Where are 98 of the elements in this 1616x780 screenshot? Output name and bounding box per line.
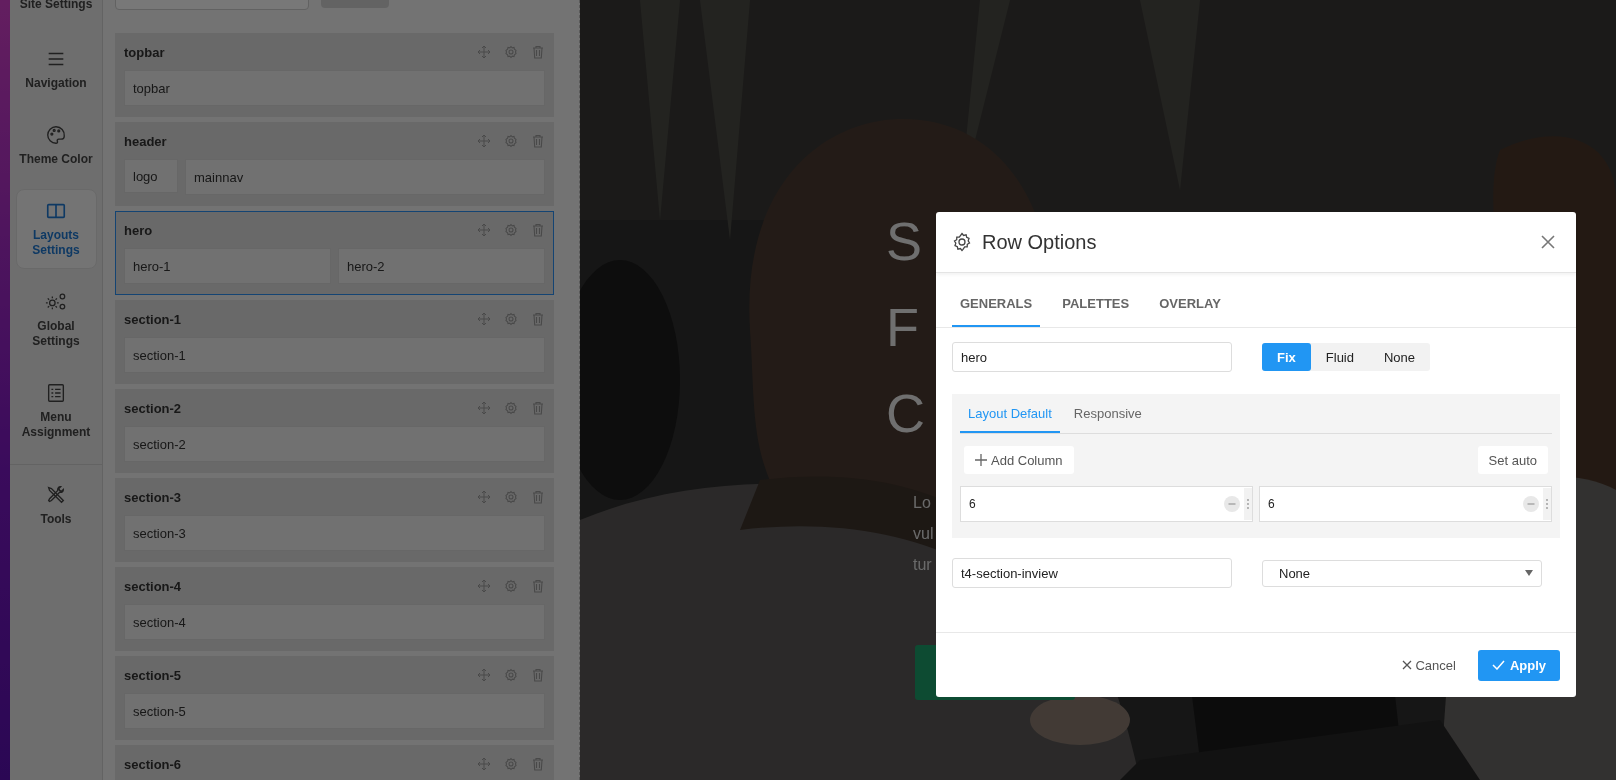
column-block[interactable]: topbar (124, 70, 545, 106)
settings-icon[interactable] (504, 668, 518, 682)
sidebar-item[interactable]: Theme Color (15, 113, 97, 178)
settings-icon[interactable] (504, 45, 518, 59)
palette-icon (45, 124, 67, 146)
cancel-button[interactable]: Cancel (1402, 657, 1456, 673)
layout-row-card[interactable]: section-5 section-5 (115, 656, 554, 740)
layout-row-card[interactable]: topbar topbar (115, 33, 554, 117)
row-title: topbar (124, 44, 166, 60)
layout-row-card[interactable]: hero hero-1 hero-2 (115, 211, 554, 295)
settings-icon[interactable] (504, 223, 518, 237)
delete-icon[interactable] (531, 45, 545, 59)
layout-tab[interactable]: Responsive (1065, 406, 1150, 433)
close-button[interactable] (1540, 234, 1556, 250)
move-icon[interactable] (477, 757, 491, 771)
sidebar-item[interactable]: Global Settings (15, 280, 97, 360)
sidebar-item[interactable]: Layouts Settings (15, 189, 97, 269)
column-block[interactable]: section-1 (124, 337, 545, 373)
set-auto-button[interactable]: Set auto (1477, 446, 1548, 474)
sidebar-item[interactable]: Menu Assignment (15, 371, 97, 451)
delete-icon[interactable] (531, 668, 545, 682)
layout-row-card[interactable]: section-4 section-4 (115, 567, 554, 651)
sidebar-item[interactable]: Site Settings (15, 0, 97, 23)
move-icon[interactable] (477, 134, 491, 148)
remove-icon[interactable] (1523, 496, 1539, 512)
remove-icon[interactable] (1224, 496, 1240, 512)
dialog-tab[interactable]: PALETTES (1054, 296, 1138, 327)
hero-heading-line: S (886, 210, 924, 273)
sidebar-item[interactable]: Tools (15, 473, 97, 538)
plus-icon (975, 454, 987, 466)
delete-icon[interactable] (531, 312, 545, 326)
delete-icon[interactable] (531, 134, 545, 148)
dialog-title: Row Options (982, 230, 1098, 254)
column-width-field[interactable]: 6 (1259, 486, 1552, 522)
add-column-button[interactable]: Add Column (964, 446, 1074, 474)
hero-text-line: Lo (913, 493, 932, 513)
hero-text-line: tur (913, 555, 933, 575)
settings-icon[interactable] (504, 312, 518, 326)
layout-row-card[interactable]: header logo mainnav (115, 122, 554, 206)
delete-icon[interactable] (531, 757, 545, 771)
row-title: header (124, 133, 168, 149)
move-icon[interactable] (477, 668, 491, 682)
class-field[interactable]: t4-section-inview (952, 558, 1232, 588)
gears-icon (44, 291, 68, 313)
column-block[interactable]: logo (124, 159, 178, 193)
move-icon[interactable] (477, 490, 491, 504)
animation-select[interactable]: None (1262, 559, 1542, 587)
row-title: section-4 (124, 578, 183, 594)
container-option[interactable]: Fluid (1310, 343, 1369, 371)
row-title: hero (124, 222, 154, 238)
settings-icon[interactable] (504, 579, 518, 593)
delete-icon[interactable] (531, 401, 545, 415)
delete-icon[interactable] (531, 579, 545, 593)
row-title: section-6 (124, 756, 183, 772)
move-icon[interactable] (477, 579, 491, 593)
layout-row-card[interactable]: section-1 section-1 (115, 300, 554, 384)
caret-icon (1525, 570, 1533, 576)
settings-icon (952, 232, 972, 252)
move-icon[interactable] (477, 312, 491, 326)
row-title: section-3 (124, 489, 183, 505)
dialog-tab[interactable]: OVERLAY (1151, 296, 1229, 327)
row-name-field[interactable]: hero (952, 342, 1232, 372)
settings-icon[interactable] (504, 490, 518, 504)
settings-icon[interactable] (504, 134, 518, 148)
layout-row-card[interactable]: section-3 section-3 (115, 478, 554, 562)
container-option[interactable]: None (1369, 343, 1431, 371)
layout-row-card[interactable]: section-6 (115, 745, 554, 780)
move-icon[interactable] (477, 401, 491, 415)
move-icon[interactable] (477, 45, 491, 59)
column-block[interactable]: hero-1 (124, 248, 331, 284)
layout-row-card[interactable]: section-2 section-2 (115, 389, 554, 473)
apply-button[interactable]: Apply (1477, 649, 1560, 681)
column-block[interactable]: section-5 (124, 693, 545, 729)
move-icon[interactable] (477, 223, 491, 237)
column-block[interactable]: hero-2 (338, 248, 545, 284)
dialog-tab[interactable]: GENERALS (952, 296, 1041, 327)
settings-icon[interactable] (504, 401, 518, 415)
tools-icon (45, 484, 67, 506)
row-title: section-2 (124, 400, 183, 416)
sidebar-item[interactable]: Navigation (15, 37, 97, 102)
column-block[interactable]: section-4 (124, 604, 545, 640)
column-block[interactable]: section-2 (124, 426, 545, 462)
column-block[interactable]: mainnav (185, 159, 545, 195)
row-title: section-5 (124, 667, 183, 683)
layout-tab[interactable]: Layout Default (960, 406, 1060, 433)
close-icon (1402, 660, 1413, 670)
checklist-icon (45, 382, 67, 404)
column-width-field[interactable]: 6 (960, 486, 1253, 522)
check-icon (1491, 660, 1505, 670)
hero-text-line: vul (913, 524, 934, 544)
container-option[interactable]: Fix (1262, 343, 1311, 371)
settings-icon[interactable] (504, 757, 518, 771)
hero-heading-line: F (886, 296, 920, 359)
row-title: section-1 (124, 311, 183, 327)
column-block[interactable]: section-3 (124, 515, 545, 551)
delete-icon[interactable] (531, 223, 545, 237)
hero-heading-line: C (886, 382, 925, 445)
delete-icon[interactable] (531, 490, 545, 504)
